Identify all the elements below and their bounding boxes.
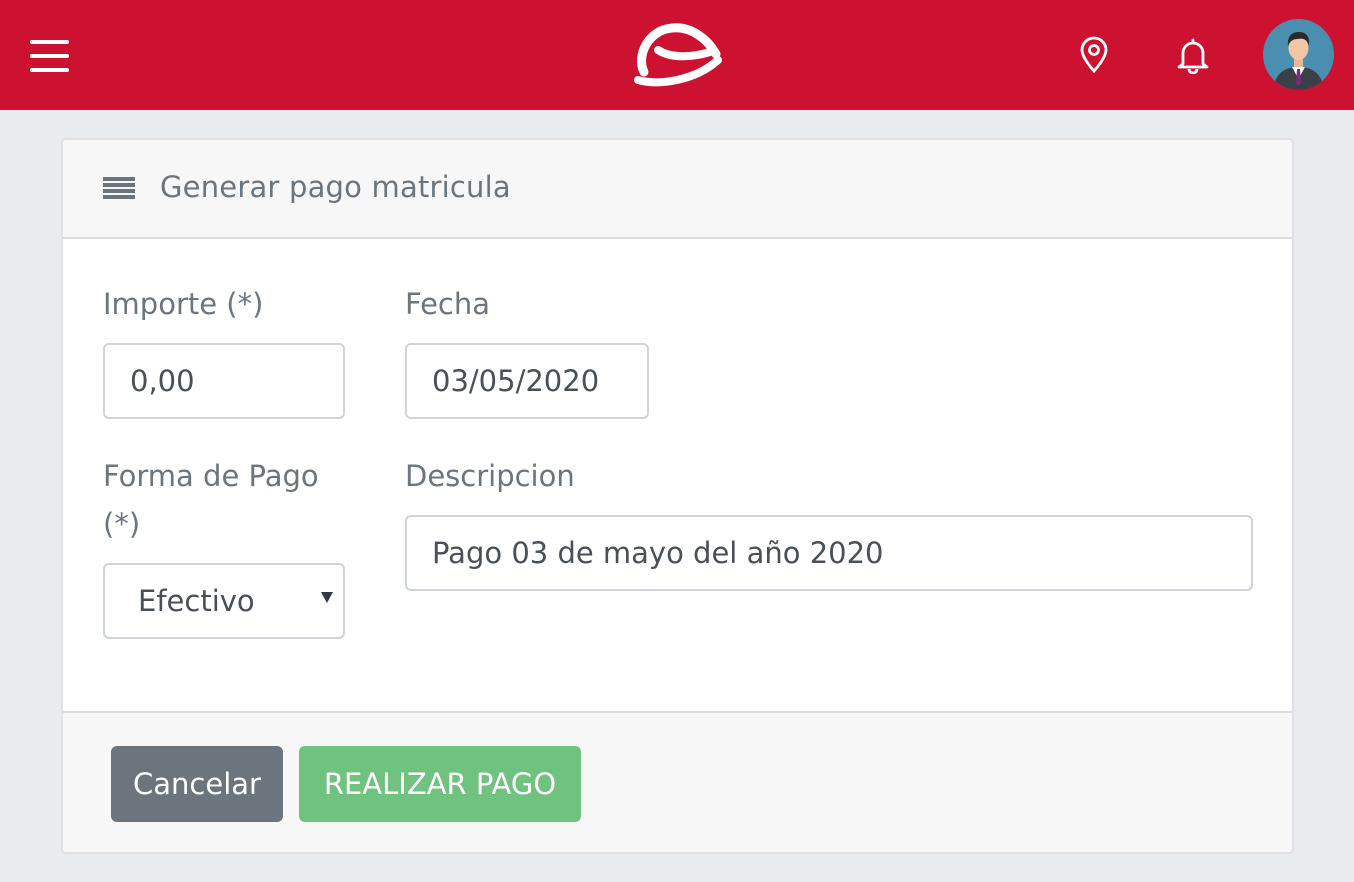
descripcion-input[interactable]: Pago 03 de mayo del año 2020	[405, 515, 1253, 591]
top-navbar	[0, 0, 1354, 110]
forma-pago-label-required: (*)	[103, 507, 141, 541]
cancel-button[interactable]: Cancelar	[111, 746, 283, 822]
chevron-down-icon	[321, 592, 333, 603]
brand-logo	[634, 23, 722, 87]
map-pin-icon[interactable]	[1078, 36, 1110, 74]
card-title: Generar pago matricula	[160, 170, 511, 204]
list-icon	[103, 177, 135, 201]
card-header: Generar pago matricula	[63, 140, 1292, 239]
importe-label: Importe (*)	[103, 287, 264, 321]
forma-pago-select[interactable]: Efectivo	[103, 563, 345, 639]
forma-pago-selected-value: Efectivo	[138, 584, 255, 618]
descripcion-label: Descripcion	[405, 459, 575, 493]
bell-icon[interactable]	[1176, 36, 1210, 74]
user-avatar[interactable]	[1263, 19, 1334, 90]
fecha-label: Fecha	[405, 287, 491, 321]
card-footer: Cancelar REALIZAR PAGO	[63, 711, 1292, 852]
importe-input[interactable]: 0,00	[103, 343, 345, 419]
realizar-pago-button[interactable]: REALIZAR PAGO	[299, 746, 581, 822]
hamburger-menu-icon[interactable]	[30, 38, 70, 74]
fecha-input[interactable]: 03/05/2020	[405, 343, 649, 419]
forma-pago-label: Forma de Pago	[103, 459, 319, 493]
payment-card: Generar pago matricula Importe (*) 0,00 …	[61, 138, 1294, 854]
